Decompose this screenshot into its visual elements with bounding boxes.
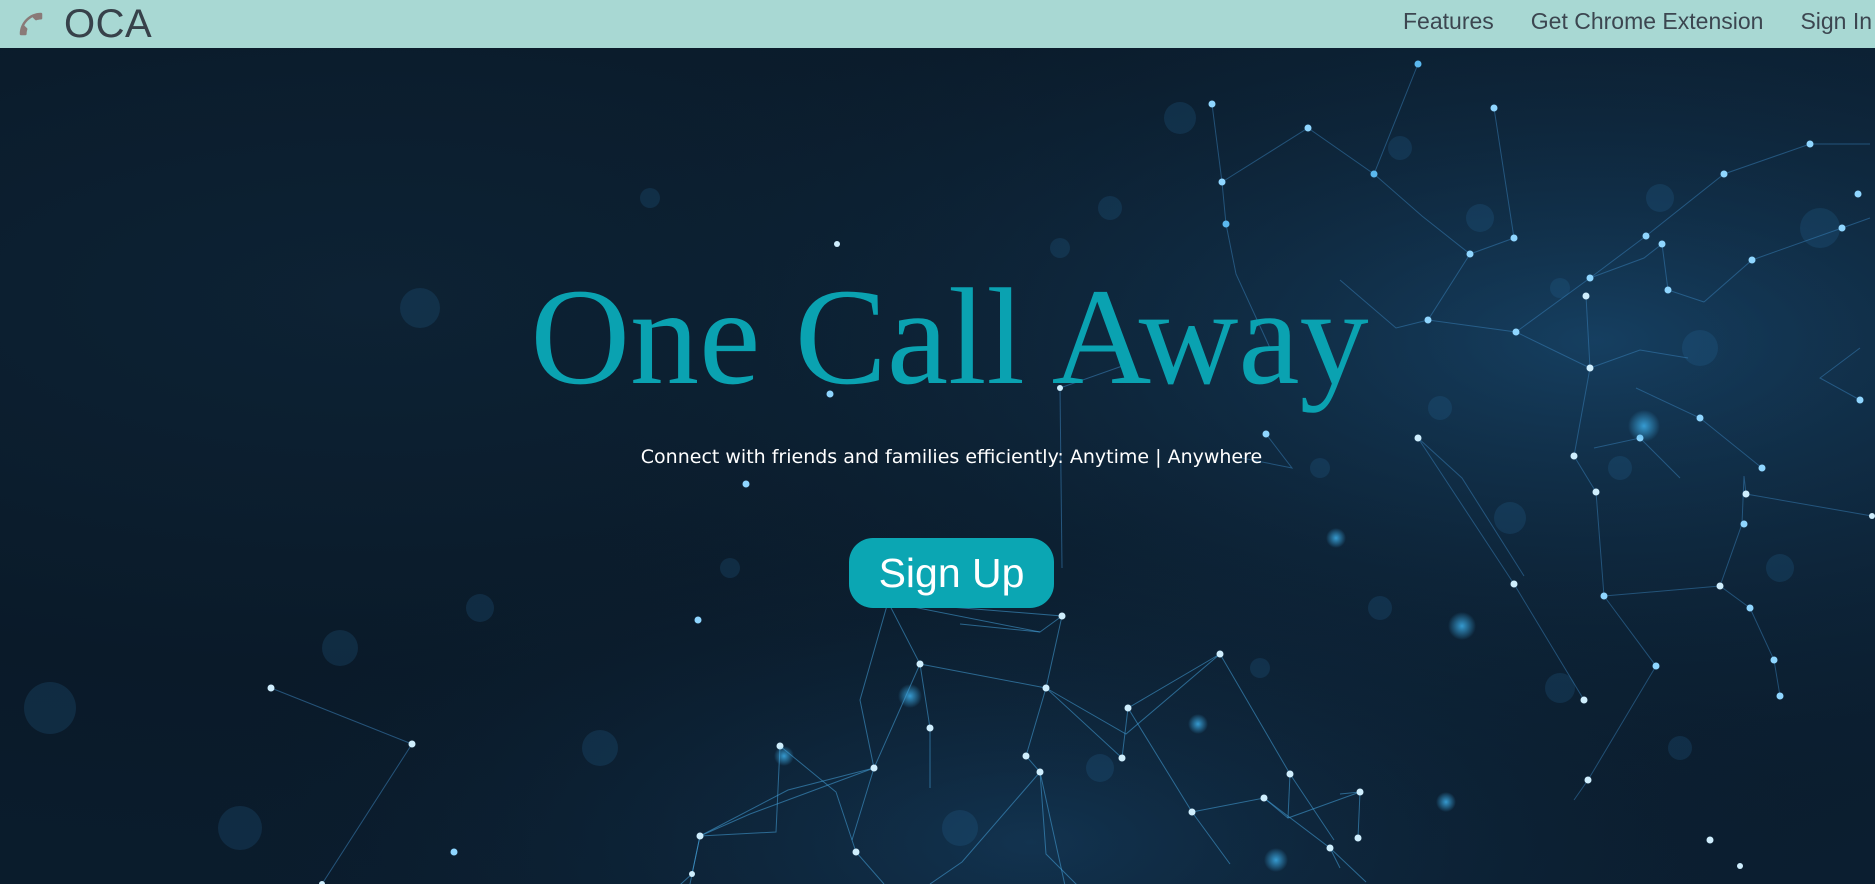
nav-link-chrome-extension[interactable]: Get Chrome Extension xyxy=(1531,8,1764,35)
brand[interactable]: OCA xyxy=(16,0,152,48)
nav-link-features[interactable]: Features xyxy=(1403,8,1494,35)
hero-title: One Call Away xyxy=(0,268,1875,406)
hero-title-text: One Call Away xyxy=(530,260,1369,413)
phone-icon xyxy=(19,12,43,36)
sign-up-button[interactable]: Sign Up xyxy=(849,538,1054,608)
hero-section: One Call Away Connect with friends and f… xyxy=(0,48,1875,884)
nav-links: Features Get Chrome Extension Sign In xyxy=(1403,0,1875,42)
hero-subtitle: Connect with friends and families effici… xyxy=(0,446,1875,468)
navbar: OCA Features Get Chrome Extension Sign I… xyxy=(0,0,1875,48)
brand-name: OCA xyxy=(64,1,153,46)
nav-link-sign-in[interactable]: Sign In xyxy=(1800,8,1872,35)
hero-subtitle-text: Connect with friends and families effici… xyxy=(640,446,1263,468)
